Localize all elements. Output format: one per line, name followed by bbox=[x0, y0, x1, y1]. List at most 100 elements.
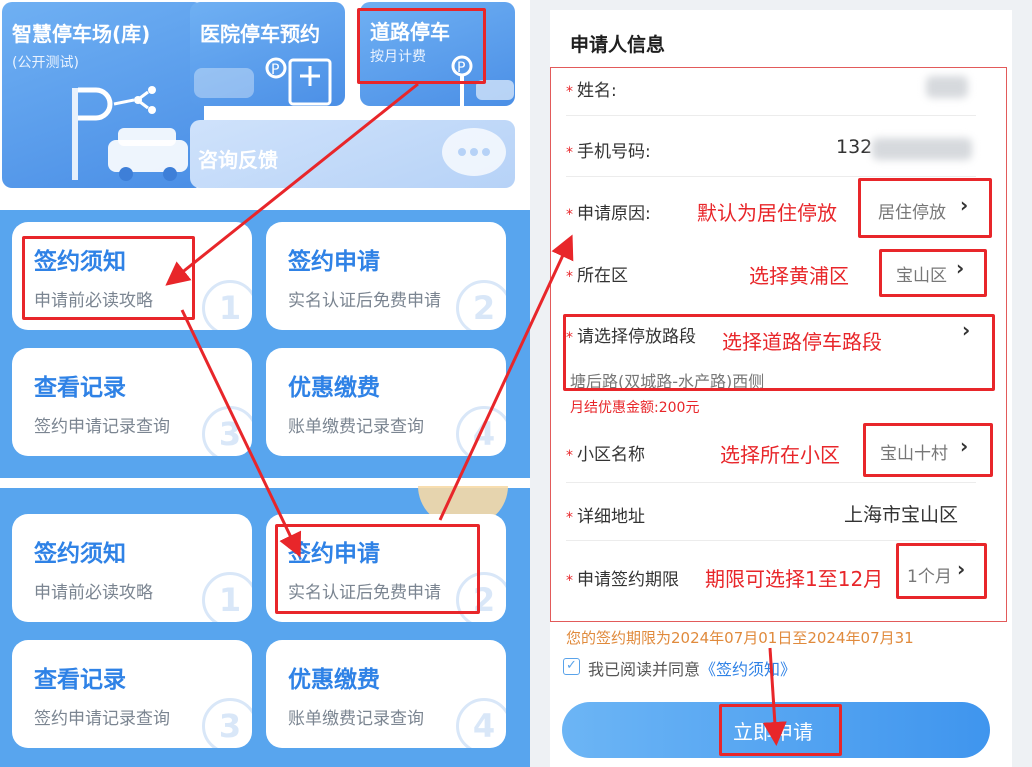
required-star: * bbox=[566, 573, 573, 589]
chevron-right-icon: › bbox=[956, 256, 965, 280]
card-sign-notice[interactable]: 签约须知 申请前必读攻略 1 bbox=[12, 222, 252, 330]
card-title: 签约须知 bbox=[34, 541, 126, 567]
reason-label-text: 申请原因: bbox=[577, 204, 651, 224]
parking-sign-illustration bbox=[72, 86, 188, 181]
left-screenshot: 智慧停车场(库) (公开测试) 医院停车预约 P 道路停车 按月计费 P 咨询反… bbox=[0, 0, 530, 767]
card-title: 签约申请 bbox=[288, 249, 380, 275]
card-subtitle: 申请前必读攻略 bbox=[34, 291, 153, 311]
chevron-right-icon: › bbox=[960, 193, 969, 217]
smart-parking-tile[interactable]: 智慧停车场(库) (公开测试) bbox=[2, 2, 204, 188]
road-value[interactable]: 塘后路(双城路-水产路)西侧 bbox=[570, 368, 764, 392]
district-value: 宝山区 bbox=[896, 266, 947, 286]
reason-select[interactable]: 居住停放 › bbox=[860, 180, 991, 236]
district-select[interactable]: 宝山区 › bbox=[880, 250, 986, 296]
hospital-tile[interactable]: 医院停车预约 P bbox=[190, 2, 345, 106]
card-title: 签约申请 bbox=[288, 541, 380, 567]
address-value[interactable]: 上海市宝山区 bbox=[844, 500, 958, 527]
road-parking-tile[interactable]: 道路停车 按月计费 P bbox=[360, 2, 515, 106]
road-parking-subtitle: 按月计费 bbox=[370, 49, 426, 65]
divider bbox=[566, 482, 976, 483]
chevron-right-icon: › bbox=[957, 557, 966, 581]
road-label: * 请选择停放路段 bbox=[566, 322, 696, 347]
card-subtitle: 账单缴费记录查询 bbox=[288, 709, 424, 729]
card-number: 2 bbox=[456, 280, 506, 330]
period-label-text: 申请签约期限 bbox=[577, 570, 679, 590]
divider bbox=[566, 176, 976, 177]
sign-notice-link[interactable]: 《签约须知》 bbox=[700, 660, 796, 679]
feedback-tile[interactable]: 咨询反馈 bbox=[190, 120, 515, 188]
card-number: 4 bbox=[456, 698, 506, 748]
community-value: 宝山十村 bbox=[880, 444, 948, 464]
svg-text:P: P bbox=[271, 62, 279, 78]
card-number: 1 bbox=[202, 572, 252, 622]
card-subtitle: 实名认证后免费申请 bbox=[288, 291, 441, 311]
card-discount-pay[interactable]: 优惠缴费 账单缴费记录查询 4 bbox=[266, 640, 506, 748]
card-subtitle: 申请前必读攻略 bbox=[34, 583, 153, 603]
period-select[interactable]: 1个月 › bbox=[897, 544, 985, 598]
card-subtitle: 账单缴费记录查询 bbox=[288, 417, 424, 437]
name-label-text: 姓名: bbox=[577, 81, 617, 101]
district-label: * 所在区 bbox=[566, 261, 628, 286]
community-select[interactable]: 宝山十村 › bbox=[864, 424, 991, 476]
community-annotation: 选择所在小区 bbox=[720, 443, 840, 467]
period-value: 1个月 bbox=[907, 567, 952, 587]
name-value-redacted bbox=[926, 76, 968, 98]
card-subtitle: 签约申请记录查询 bbox=[34, 709, 170, 729]
card-discount-pay[interactable]: 优惠缴费 账单缴费记录查询 4 bbox=[266, 348, 506, 456]
card-number: 3 bbox=[202, 406, 252, 456]
required-star: * bbox=[566, 510, 573, 526]
card-view-records[interactable]: 查看记录 签约申请记录查询 3 bbox=[12, 640, 252, 748]
phone-value-redacted bbox=[872, 138, 972, 160]
divider bbox=[566, 115, 976, 116]
period-annotation: 期限可选择1至12月 bbox=[705, 567, 884, 591]
card-sign-apply[interactable]: 签约申请 实名认证后免费申请 2 bbox=[266, 222, 506, 330]
chat-bubble-icon bbox=[442, 128, 506, 176]
address-label-text: 详细地址 bbox=[577, 507, 645, 527]
address-label: * 详细地址 bbox=[566, 502, 645, 527]
reason-label: * 申请原因: bbox=[566, 199, 651, 224]
divider bbox=[566, 540, 976, 541]
discount-amount-text: 月结优惠金额:200元 bbox=[570, 400, 700, 416]
card-view-records[interactable]: 查看记录 签约申请记录查询 3 bbox=[12, 348, 252, 456]
chevron-right-icon: › bbox=[960, 434, 969, 458]
required-star: * bbox=[566, 207, 573, 223]
smart-parking-subtitle: (公开测试) bbox=[12, 55, 79, 71]
feedback-title: 咨询反馈 bbox=[198, 148, 278, 172]
period-label: * 申请签约期限 bbox=[566, 565, 679, 590]
chevron-right-icon[interactable]: › bbox=[962, 318, 970, 342]
name-label: * 姓名: bbox=[566, 76, 617, 101]
reason-annotation: 默认为居住停放 bbox=[697, 201, 837, 225]
card-number: 3 bbox=[202, 698, 252, 748]
phone-field[interactable]: 132 bbox=[836, 136, 872, 158]
card-title: 优惠缴费 bbox=[288, 667, 380, 693]
hospital-title: 医院停车预约 bbox=[200, 22, 320, 46]
period-note: 您的签约期限为2024年07月01日至2024年07月31 bbox=[566, 629, 914, 647]
required-star: * bbox=[566, 145, 573, 161]
district-annotation: 选择黄浦区 bbox=[749, 264, 849, 288]
required-star: * bbox=[566, 269, 573, 285]
card-title: 优惠缴费 bbox=[288, 375, 380, 401]
agree-checkbox[interactable]: ✓ bbox=[563, 658, 580, 675]
form-title: 申请人信息 bbox=[570, 34, 666, 56]
card-number: 1 bbox=[202, 280, 252, 330]
district-label-text: 所在区 bbox=[577, 266, 628, 286]
card-subtitle: 签约申请记录查询 bbox=[34, 417, 170, 437]
road-label-text: 请选择停放路段 bbox=[577, 327, 696, 347]
agree-text: 我已阅读并同意《签约须知》 bbox=[588, 656, 796, 680]
card-title: 查看记录 bbox=[34, 667, 126, 693]
phone-label-text: 手机号码: bbox=[577, 142, 651, 162]
required-star: * bbox=[566, 84, 573, 100]
phone-label: * 手机号码: bbox=[566, 137, 651, 162]
card-sign-notice[interactable]: 签约须知 申请前必读攻略 1 bbox=[12, 514, 252, 622]
card-number: 2 bbox=[456, 572, 506, 622]
community-label: * 小区名称 bbox=[566, 440, 645, 465]
card-title: 签约须知 bbox=[34, 249, 126, 275]
card-sign-apply[interactable]: 签约申请 实名认证后免费申请 2 bbox=[266, 514, 506, 622]
card-title: 查看记录 bbox=[34, 375, 126, 401]
card-subtitle: 实名认证后免费申请 bbox=[288, 583, 441, 603]
card-number: 4 bbox=[456, 406, 506, 456]
reason-value: 居住停放 bbox=[878, 203, 946, 223]
required-star: * bbox=[566, 330, 573, 346]
svg-text:P: P bbox=[457, 60, 465, 76]
community-label-text: 小区名称 bbox=[577, 445, 645, 465]
